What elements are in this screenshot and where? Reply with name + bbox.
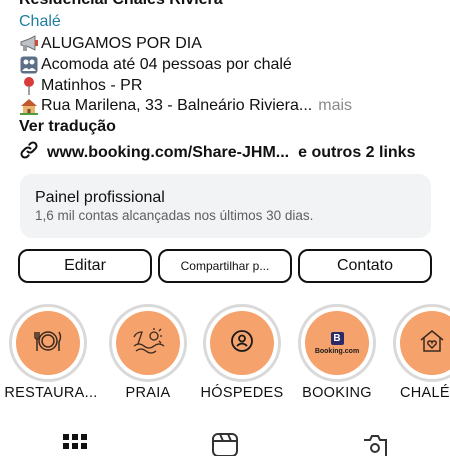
plate-icon [31,324,65,363]
bio-line-text: Matinhos - PR [41,77,143,94]
translate-link[interactable]: Ver tradução [19,118,116,136]
beach-icon [130,326,166,361]
person-circle-icon [230,329,254,358]
bio-url[interactable]: www.booking.com/Share-JHM... [47,144,289,162]
megaphone-icon [19,34,39,54]
booking-logo-icon: B Booking.com [314,331,360,355]
share-profile-button[interactable]: Compartilhar p... [158,249,292,283]
people-box-icon [19,55,39,75]
bio-line-text: Acomoda até 04 pessoas por chalé [41,56,292,73]
highlight-label: BOOKING [302,385,372,401]
house-icon [19,96,39,116]
highlight-label: PRAIA [125,385,171,401]
professional-dashboard[interactable]: Painel profissional 1,6 mil contas alcan… [20,174,431,238]
link-icon [19,140,39,165]
highlight-restaurant[interactable] [9,304,87,382]
profile-name: Residencial Chalés Riviera [19,0,223,9]
tagged-icon[interactable] [362,432,388,461]
panel-title: Painel profissional [35,189,165,206]
profile-category[interactable]: Chalé [19,13,61,31]
bio-line-text: ALUGAMOS POR DIA [41,35,202,52]
highlight-booking[interactable]: B Booking.com [298,304,376,382]
bio-line-4: Rua Marilena, 33 - Balneário Riviera... … [19,96,352,116]
reels-icon[interactable] [212,432,238,461]
more-link[interactable]: mais [318,97,352,115]
highlight-chale[interactable] [393,304,450,382]
highlight-label: CHALÉ [400,385,450,401]
pin-icon [19,76,39,96]
highlight-guests[interactable] [203,304,281,382]
grid-icon[interactable] [63,432,87,461]
bio-links[interactable]: www.booking.com/Share-JHM... e outros 2 … [19,140,415,165]
contact-button[interactable]: Contato [298,249,432,283]
highlight-beach[interactable] [109,304,187,382]
bio-line-3: Matinhos - PR [19,76,142,96]
panel-subtitle: 1,6 mil contas alcançadas nos últimos 30… [35,208,314,223]
bio-line-text: Rua Marilena, 33 - Balneário Riviera... [41,97,313,114]
highlight-label: HÓSPEDES [200,385,284,401]
bio-line-2: Acomoda até 04 pessoas por chalé [19,55,292,75]
bio-line-1: ALUGAMOS POR DIA [19,34,202,54]
other-links[interactable]: e outros 2 links [298,144,415,162]
house-heart-icon [417,326,447,361]
edit-profile-button[interactable]: Editar [18,249,152,283]
highlight-label: RESTAURA... [4,385,98,401]
